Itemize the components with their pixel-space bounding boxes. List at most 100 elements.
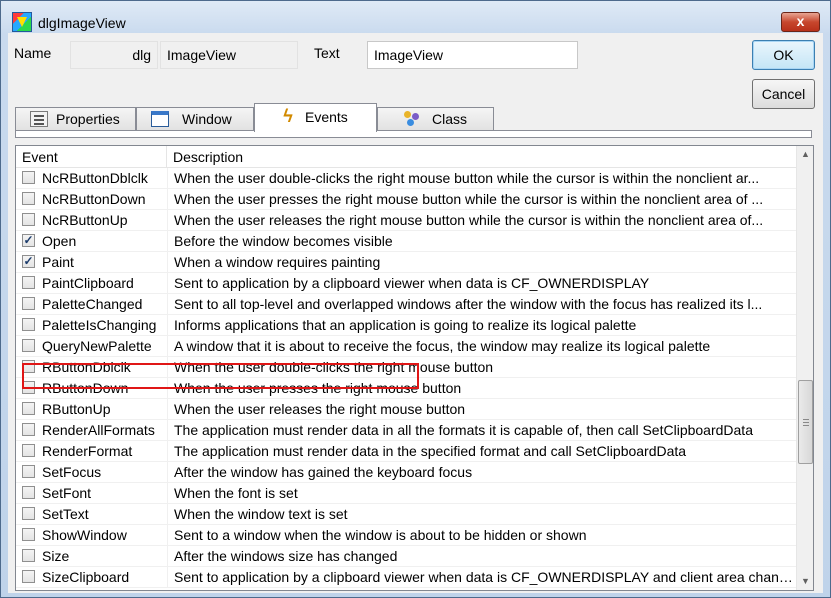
- event-name: Size: [42, 548, 70, 564]
- event-name: SetFocus: [42, 464, 102, 480]
- tab-events[interactable]: ϟ Events: [254, 103, 377, 132]
- event-description: Sent to application by a clipboard viewe…: [167, 273, 796, 294]
- properties-icon: [30, 111, 48, 127]
- column-header-description[interactable]: Description: [167, 146, 796, 168]
- event-checkbox[interactable]: [22, 318, 35, 331]
- event-description: The application must render data in the …: [167, 441, 796, 462]
- app-icon: [12, 12, 32, 32]
- event-name: SetFont: [42, 485, 92, 501]
- table-row[interactable]: RenderFormat The application must render …: [16, 441, 796, 462]
- grid-header: Event Description: [16, 146, 796, 168]
- event-description: After the window has gained the keyboard…: [167, 462, 796, 483]
- event-description: Informs applications that an application…: [167, 315, 796, 336]
- event-checkbox[interactable]: [22, 339, 35, 352]
- table-row[interactable]: ✓ Paint When a window requires painting: [16, 252, 796, 273]
- table-row[interactable]: Size After the windows size has changed: [16, 546, 796, 567]
- table-row[interactable]: RenderAllFormats The application must ren…: [16, 420, 796, 441]
- tab-properties[interactable]: Properties: [15, 107, 136, 131]
- event-checkbox[interactable]: ✓: [22, 234, 35, 247]
- vertical-scrollbar[interactable]: ▲ ▼: [796, 146, 813, 590]
- event-name: QueryNewPalette: [42, 338, 152, 354]
- event-description: Before the window becomes visible: [167, 231, 796, 252]
- table-row[interactable]: PaintClipboard Sent to application by a c…: [16, 273, 796, 294]
- event-name: RButtonDblclk: [42, 359, 131, 375]
- event-name: RenderAllFormats: [42, 422, 155, 438]
- event-name: RenderFormat: [42, 443, 133, 459]
- dialog-client-area: Name dlg ImageView Text ImageView OK Can…: [8, 33, 823, 593]
- table-row[interactable]: NcRButtonDblclk When the user double-clic…: [16, 168, 796, 189]
- event-checkbox[interactable]: [22, 528, 35, 541]
- event-name: NcRButtonDblclk: [42, 170, 148, 186]
- event-name: NcRButtonDown: [42, 191, 146, 207]
- text-field[interactable]: ImageView: [367, 41, 578, 69]
- event-checkbox[interactable]: [22, 192, 35, 205]
- lightning-icon: ϟ: [283, 106, 293, 126]
- event-checkbox[interactable]: [22, 276, 35, 289]
- event-description: When the user releases the right mouse b…: [167, 399, 796, 420]
- tab-label: Class: [432, 111, 468, 127]
- table-row[interactable]: RButtonDown When the user presses the rig…: [16, 378, 796, 399]
- table-row[interactable]: PaletteIsChanging Informs applications th…: [16, 315, 796, 336]
- column-header-event[interactable]: Event: [16, 146, 167, 168]
- name-field[interactable]: ImageView: [160, 41, 298, 69]
- table-row[interactable]: ✓ Open Before the window becomes visible: [16, 231, 796, 252]
- table-row[interactable]: SetText When the window text is set: [16, 504, 796, 525]
- event-description: Sent to application by a clipboard viewe…: [167, 567, 796, 588]
- table-row[interactable]: NcRButtonDown When the user presses the r…: [16, 189, 796, 210]
- event-name: NcRButtonUp: [42, 212, 128, 228]
- event-checkbox[interactable]: [22, 486, 35, 499]
- window-title: dlgImageView: [38, 15, 126, 31]
- event-name: Open: [42, 233, 77, 249]
- event-name: SetText: [42, 506, 89, 522]
- tab-label: Properties: [56, 111, 120, 127]
- event-checkbox[interactable]: [22, 423, 35, 436]
- table-row[interactable]: PaletteChanged Sent to all top-level and …: [16, 294, 796, 315]
- event-name: RButtonUp: [42, 401, 111, 417]
- ok-button[interactable]: OK: [752, 40, 815, 70]
- event-name: PaintClipboard: [42, 275, 134, 291]
- close-button[interactable]: x: [781, 12, 820, 32]
- event-checkbox[interactable]: [22, 360, 35, 373]
- event-description: When the user presses the right mouse bu…: [167, 378, 796, 399]
- event-description: When the user releases the right mouse b…: [167, 210, 796, 231]
- dialog-window: dlgImageView x Name dlg ImageView Text I…: [0, 0, 831, 598]
- tab-panel: [15, 130, 812, 138]
- event-checkbox[interactable]: [22, 444, 35, 457]
- name-prefix-field: dlg: [70, 41, 158, 69]
- table-row[interactable]: SizeClipboard Sent to application by a cl…: [16, 567, 796, 588]
- event-description: When a window requires painting: [167, 252, 796, 273]
- event-name: ShowWindow: [42, 527, 127, 543]
- scroll-up-icon[interactable]: ▲: [797, 146, 813, 163]
- event-checkbox[interactable]: [22, 570, 35, 583]
- table-row[interactable]: SetFont When the font is set: [16, 483, 796, 504]
- table-row[interactable]: RButtonDblclk When the user double-clicks…: [16, 357, 796, 378]
- scroll-thumb[interactable]: [798, 380, 813, 464]
- event-checkbox[interactable]: ✓: [22, 255, 35, 268]
- grid-rows: NcRButtonDblclk When the user double-clic…: [16, 168, 796, 588]
- event-checkbox[interactable]: [22, 507, 35, 520]
- event-description: A window that it is about to receive the…: [167, 336, 796, 357]
- event-name: PaletteChanged: [42, 296, 143, 312]
- table-row[interactable]: ShowWindow Sent to a window when the wind…: [16, 525, 796, 546]
- event-checkbox[interactable]: [22, 213, 35, 226]
- event-checkbox[interactable]: [22, 171, 35, 184]
- table-row[interactable]: QueryNewPalette A window that it is about…: [16, 336, 796, 357]
- class-icon: [404, 111, 422, 127]
- table-row[interactable]: SetFocus After the window has gained the …: [16, 462, 796, 483]
- event-checkbox[interactable]: [22, 402, 35, 415]
- table-row[interactable]: NcRButtonUp When the user releases the ri…: [16, 210, 796, 231]
- title-bar[interactable]: dlgImageView x: [1, 1, 830, 33]
- event-name: Paint: [42, 254, 74, 270]
- scroll-down-icon[interactable]: ▼: [797, 573, 813, 590]
- event-description: The application must render data in all …: [167, 420, 796, 441]
- event-checkbox[interactable]: [22, 465, 35, 478]
- name-label: Name: [14, 45, 52, 61]
- event-description: When the user double-clicks the right mo…: [167, 357, 796, 378]
- tab-class[interactable]: Class: [377, 107, 494, 131]
- event-checkbox[interactable]: [22, 381, 35, 394]
- event-checkbox[interactable]: [22, 549, 35, 562]
- table-row[interactable]: RButtonUp When the user releases the righ…: [16, 399, 796, 420]
- event-name: RButtonDown: [42, 380, 129, 396]
- tab-window[interactable]: Window: [136, 107, 254, 131]
- event-checkbox[interactable]: [22, 297, 35, 310]
